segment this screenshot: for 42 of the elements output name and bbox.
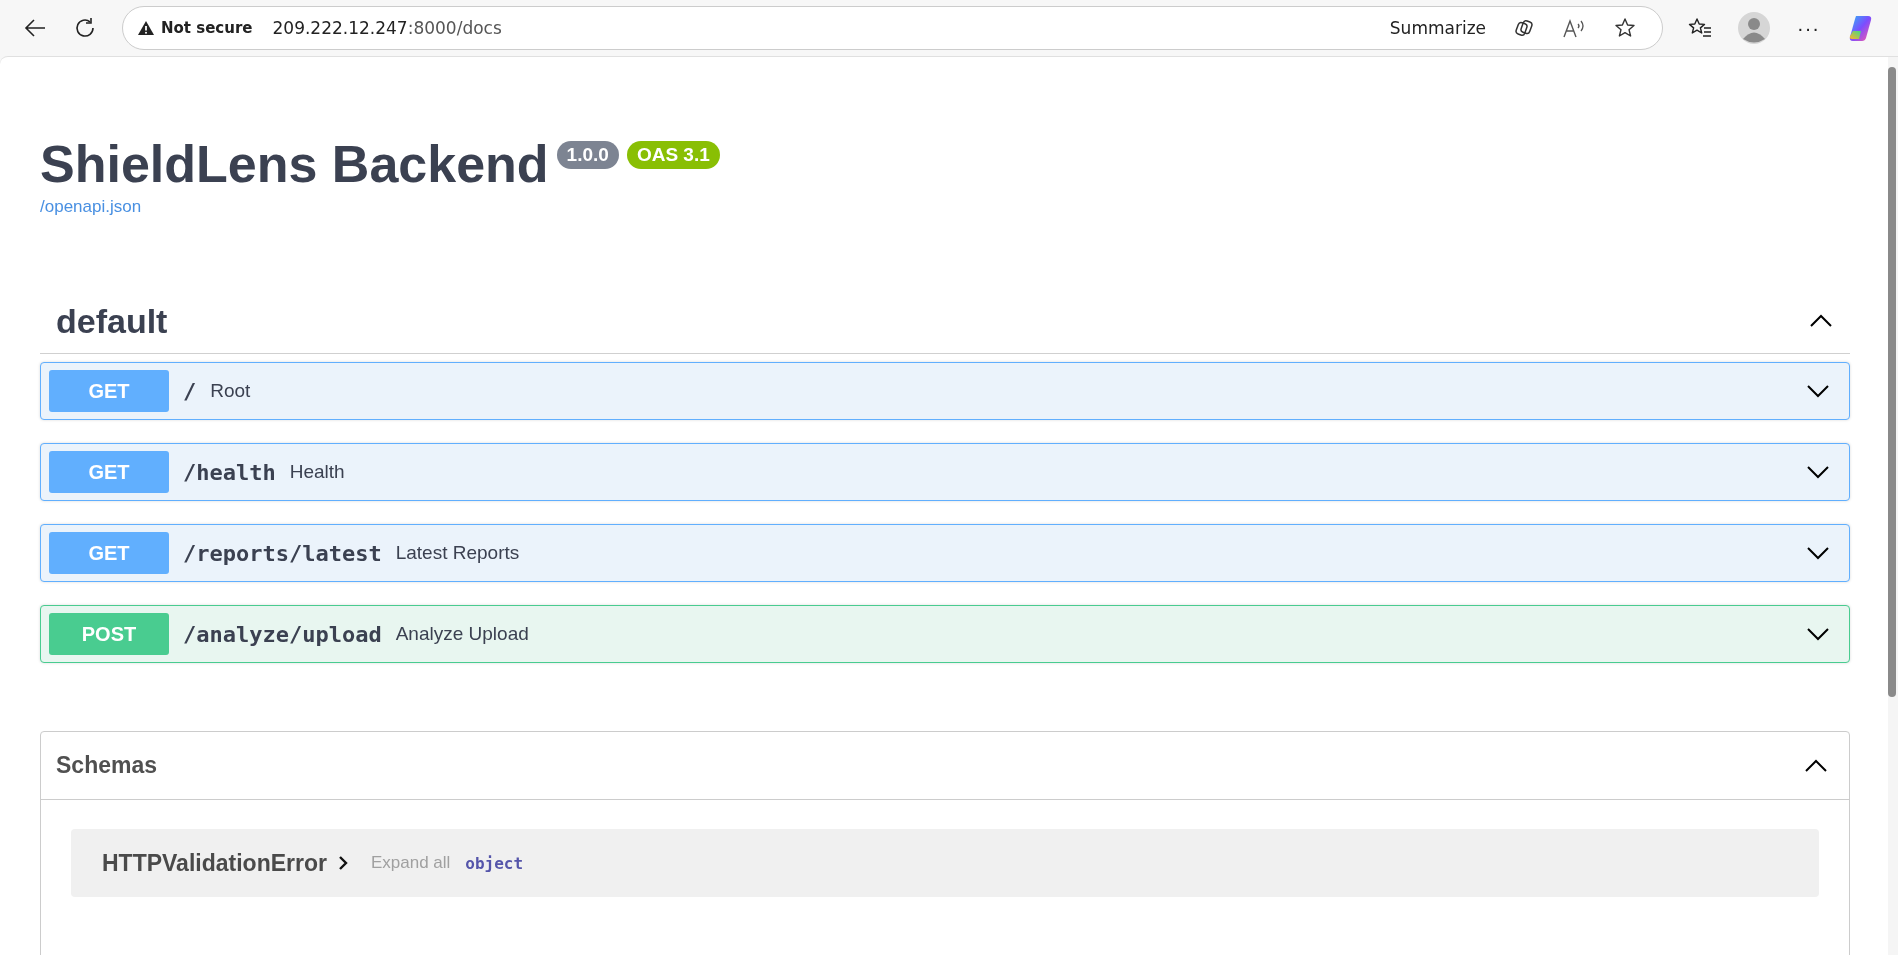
star-icon[interactable]: [1614, 17, 1636, 39]
read-aloud-icon[interactable]: [1562, 18, 1586, 38]
method-badge: GET: [49, 451, 169, 493]
more-button[interactable]: ···: [1797, 16, 1820, 40]
refresh-icon[interactable]: [73, 16, 97, 40]
endpoint-path: /: [183, 378, 197, 404]
endpoint-row[interactable]: GET /health Health: [40, 443, 1850, 501]
method-badge: GET: [49, 532, 169, 574]
endpoint-row[interactable]: GET / Root: [40, 362, 1850, 420]
sparkle-icon[interactable]: [1514, 18, 1534, 38]
security-label[interactable]: Not secure: [161, 19, 253, 37]
api-title: ShieldLens Backend: [40, 134, 549, 195]
back-icon[interactable]: [23, 18, 47, 38]
warning-icon: [137, 20, 155, 36]
oas-badge: OAS 3.1: [626, 141, 720, 169]
chevron-down-icon[interactable]: [1805, 382, 1831, 400]
favorites-icon[interactable]: [1688, 17, 1712, 39]
endpoint-summary: Analyze Upload: [395, 623, 529, 645]
endpoint-summary: Latest Reports: [395, 542, 520, 564]
method-badge: GET: [49, 370, 169, 412]
url-text[interactable]: 209.222.12.247:8000/docs: [272, 18, 502, 38]
schema-type: object: [465, 853, 524, 873]
schema-row[interactable]: HTTPValidationError Expand all object: [71, 829, 1819, 897]
endpoint-path: /reports/latest: [183, 540, 382, 566]
summarize-button[interactable]: Summarize: [1389, 18, 1486, 38]
chevron-down-icon[interactable]: [1805, 625, 1831, 643]
endpoint-path: /health: [183, 459, 276, 485]
version-badge: 1.0.0: [556, 141, 619, 169]
section-header[interactable]: Schemas: [56, 752, 157, 779]
endpoint-row[interactable]: GET /reports/latest Latest Reports: [40, 524, 1850, 582]
chevron-right-icon[interactable]: [336, 855, 349, 871]
endpoint-summary: Health: [289, 461, 345, 483]
avatar-icon[interactable]: [1738, 12, 1770, 44]
chevron-down-icon[interactable]: [1805, 463, 1831, 481]
section-header[interactable]: default: [40, 289, 1850, 354]
address-bar[interactable]: Not secure 209.222.12.247:8000/docs Summarize: [122, 6, 1663, 50]
chevron-down-icon[interactable]: [1805, 544, 1831, 562]
endpoint-summary: Root: [210, 380, 251, 402]
schema-name: HTTPValidationError: [102, 849, 327, 877]
scrollbar[interactable]: [1888, 57, 1898, 955]
method-badge: POST: [49, 613, 169, 655]
endpoint-path: /analyze/upload: [183, 621, 382, 647]
